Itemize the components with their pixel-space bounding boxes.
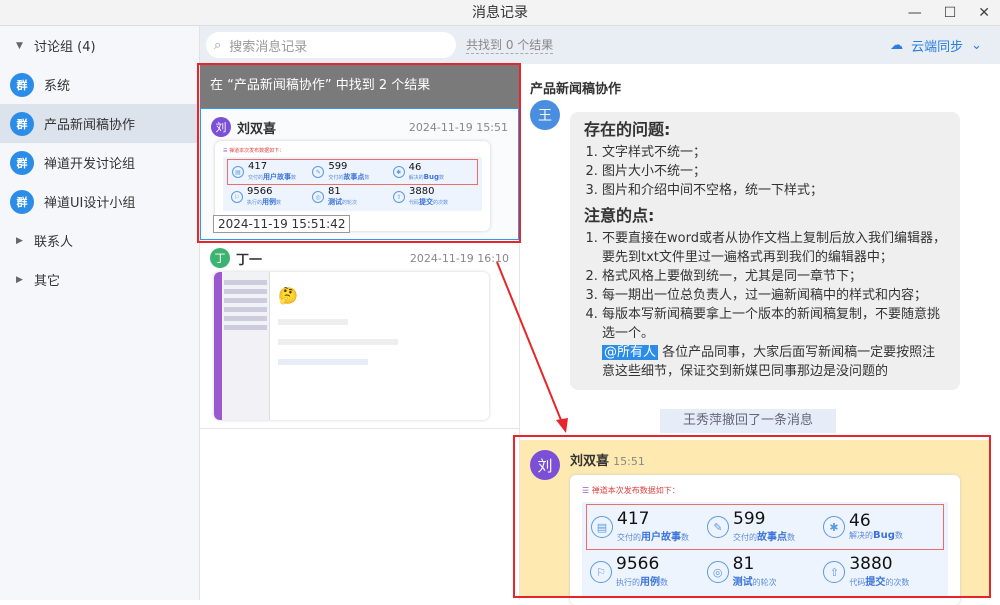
annotation-arrow xyxy=(496,261,568,433)
